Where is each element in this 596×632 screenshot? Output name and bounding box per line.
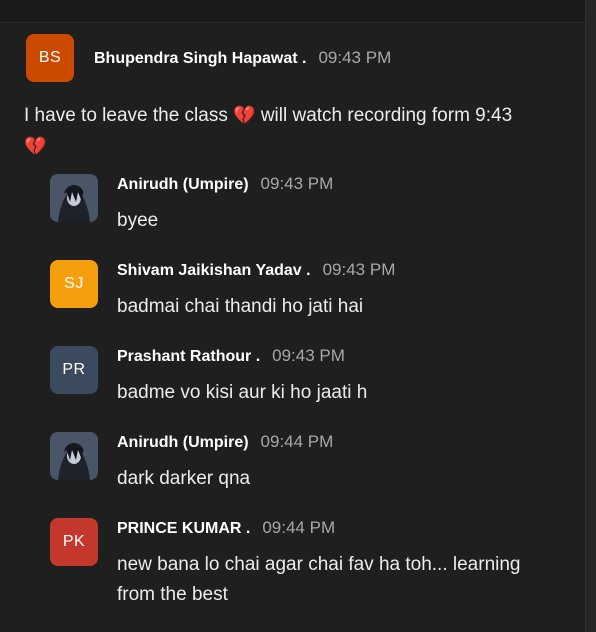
top-strip xyxy=(0,0,586,23)
timestamp: 09:43 PM xyxy=(322,260,396,279)
scrollbar[interactable] xyxy=(585,0,596,632)
message-header: Bhupendra Singh Hapawat . 09:43 PM xyxy=(94,48,391,68)
avatar[interactable]: BS xyxy=(26,34,74,82)
message-header: PRINCE KUMAR . 09:44 PM xyxy=(117,518,335,538)
message-text: badmai chai thandi ho jati hai xyxy=(117,296,364,317)
timestamp: 09:44 PM xyxy=(262,518,336,537)
anime-character-icon xyxy=(50,432,98,480)
message-header: Shivam Jaikishan Yadav . 09:43 PM xyxy=(117,260,395,280)
avatar[interactable] xyxy=(50,174,98,222)
anime-character-icon xyxy=(50,174,98,222)
avatar[interactable]: SJ xyxy=(50,260,98,308)
message-header: Anirudh (Umpire) 09:43 PM xyxy=(117,174,333,194)
message-text: new bana lo chai agar chai fav ha toh...… xyxy=(117,554,521,605)
sender-name[interactable]: Prashant Rathour . xyxy=(117,348,260,366)
avatar[interactable] xyxy=(50,432,98,480)
message-header: Prashant Rathour . 09:43 PM xyxy=(117,346,345,366)
message-text: dark darker qna xyxy=(117,468,251,489)
sender-name[interactable]: Shivam Jaikishan Yadav . xyxy=(117,262,311,280)
avatar[interactable]: PR xyxy=(50,346,98,394)
message-header: Anirudh (Umpire) 09:44 PM xyxy=(117,432,333,452)
timestamp: 09:43 PM xyxy=(272,346,345,365)
sender-name[interactable]: PRINCE KUMAR . xyxy=(117,520,250,538)
message-text: badme vo kisi aur ki ho jaati h xyxy=(117,382,368,403)
sender-name[interactable]: Anirudh (Umpire) xyxy=(117,434,249,452)
avatar[interactable]: PK xyxy=(50,518,98,566)
timestamp: 09:43 PM xyxy=(318,48,392,67)
chat-panel: BS Bhupendra Singh Hapawat . 09:43 PM I … xyxy=(0,0,586,632)
broken-heart-icon: 💔 xyxy=(233,105,256,125)
sender-name[interactable]: Bhupendra Singh Hapawat . xyxy=(94,50,306,68)
timestamp: 09:44 PM xyxy=(260,432,334,451)
timestamp: 09:43 PM xyxy=(260,174,334,193)
sender-name[interactable]: Anirudh (Umpire) xyxy=(117,176,249,194)
message-text: I have to leave the class 💔 will watch r… xyxy=(24,100,574,162)
message-text: byee xyxy=(117,210,159,231)
broken-heart-icon: 💔 xyxy=(24,136,47,156)
